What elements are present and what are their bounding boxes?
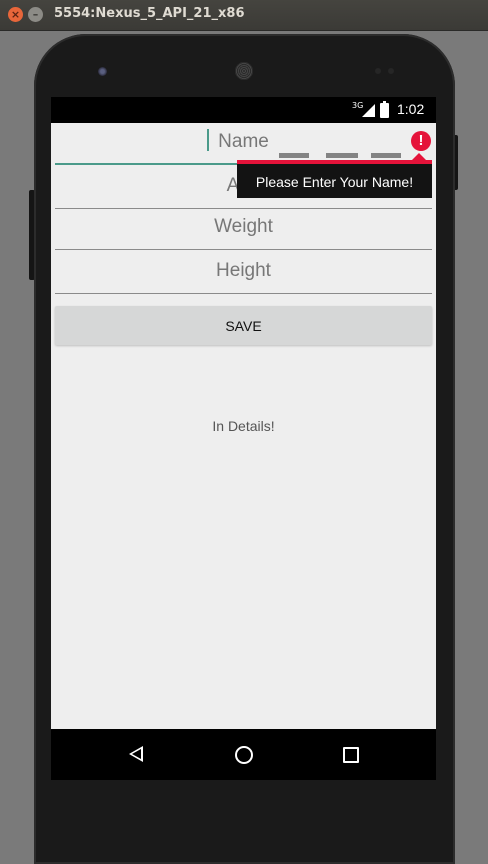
home-icon[interactable] bbox=[235, 746, 253, 764]
status-bar: 3G 1:02 bbox=[51, 97, 436, 123]
save-button[interactable]: SAVE bbox=[55, 306, 432, 345]
height-placeholder: Height bbox=[216, 260, 271, 281]
back-icon[interactable] bbox=[129, 746, 143, 762]
weight-placeholder: Weight bbox=[214, 216, 273, 237]
error-popup-pointer bbox=[412, 153, 426, 160]
details-text: In Details! bbox=[212, 418, 275, 434]
front-camera bbox=[98, 67, 107, 76]
error-message: Please Enter Your Name! bbox=[255, 174, 414, 190]
name-field[interactable]: Name bbox=[55, 123, 432, 165]
proximity-sensor bbox=[375, 68, 381, 74]
render-artifact bbox=[371, 153, 401, 158]
error-popup: Please Enter Your Name! bbox=[237, 153, 432, 198]
close-icon[interactable]: × bbox=[8, 7, 23, 22]
text-cursor bbox=[207, 129, 209, 151]
window-titlebar: × – 5554:Nexus_5_API_21_x86 bbox=[0, 0, 488, 31]
height-field[interactable]: Height bbox=[55, 252, 432, 294]
light-sensor bbox=[388, 68, 394, 74]
status-time: 1:02 bbox=[397, 101, 425, 117]
weight-underline bbox=[55, 249, 432, 250]
navigation-bar bbox=[51, 729, 436, 780]
recents-icon[interactable] bbox=[343, 747, 359, 763]
render-artifact bbox=[326, 153, 358, 158]
battery-icon bbox=[380, 101, 389, 118]
earpiece-speaker bbox=[235, 62, 253, 80]
weight-field[interactable]: Weight bbox=[55, 208, 432, 250]
window-title: 5554:Nexus_5_API_21_x86 bbox=[54, 6, 245, 21]
error-icon: ! bbox=[411, 131, 431, 151]
device-screen: 3G 1:02 Name Age Weight Height ! Please … bbox=[51, 97, 436, 780]
render-artifact bbox=[279, 153, 309, 158]
signal-icon bbox=[362, 104, 375, 117]
error-popup-accent bbox=[237, 160, 432, 164]
height-underline bbox=[55, 293, 432, 294]
minimize-icon[interactable]: – bbox=[28, 7, 43, 22]
